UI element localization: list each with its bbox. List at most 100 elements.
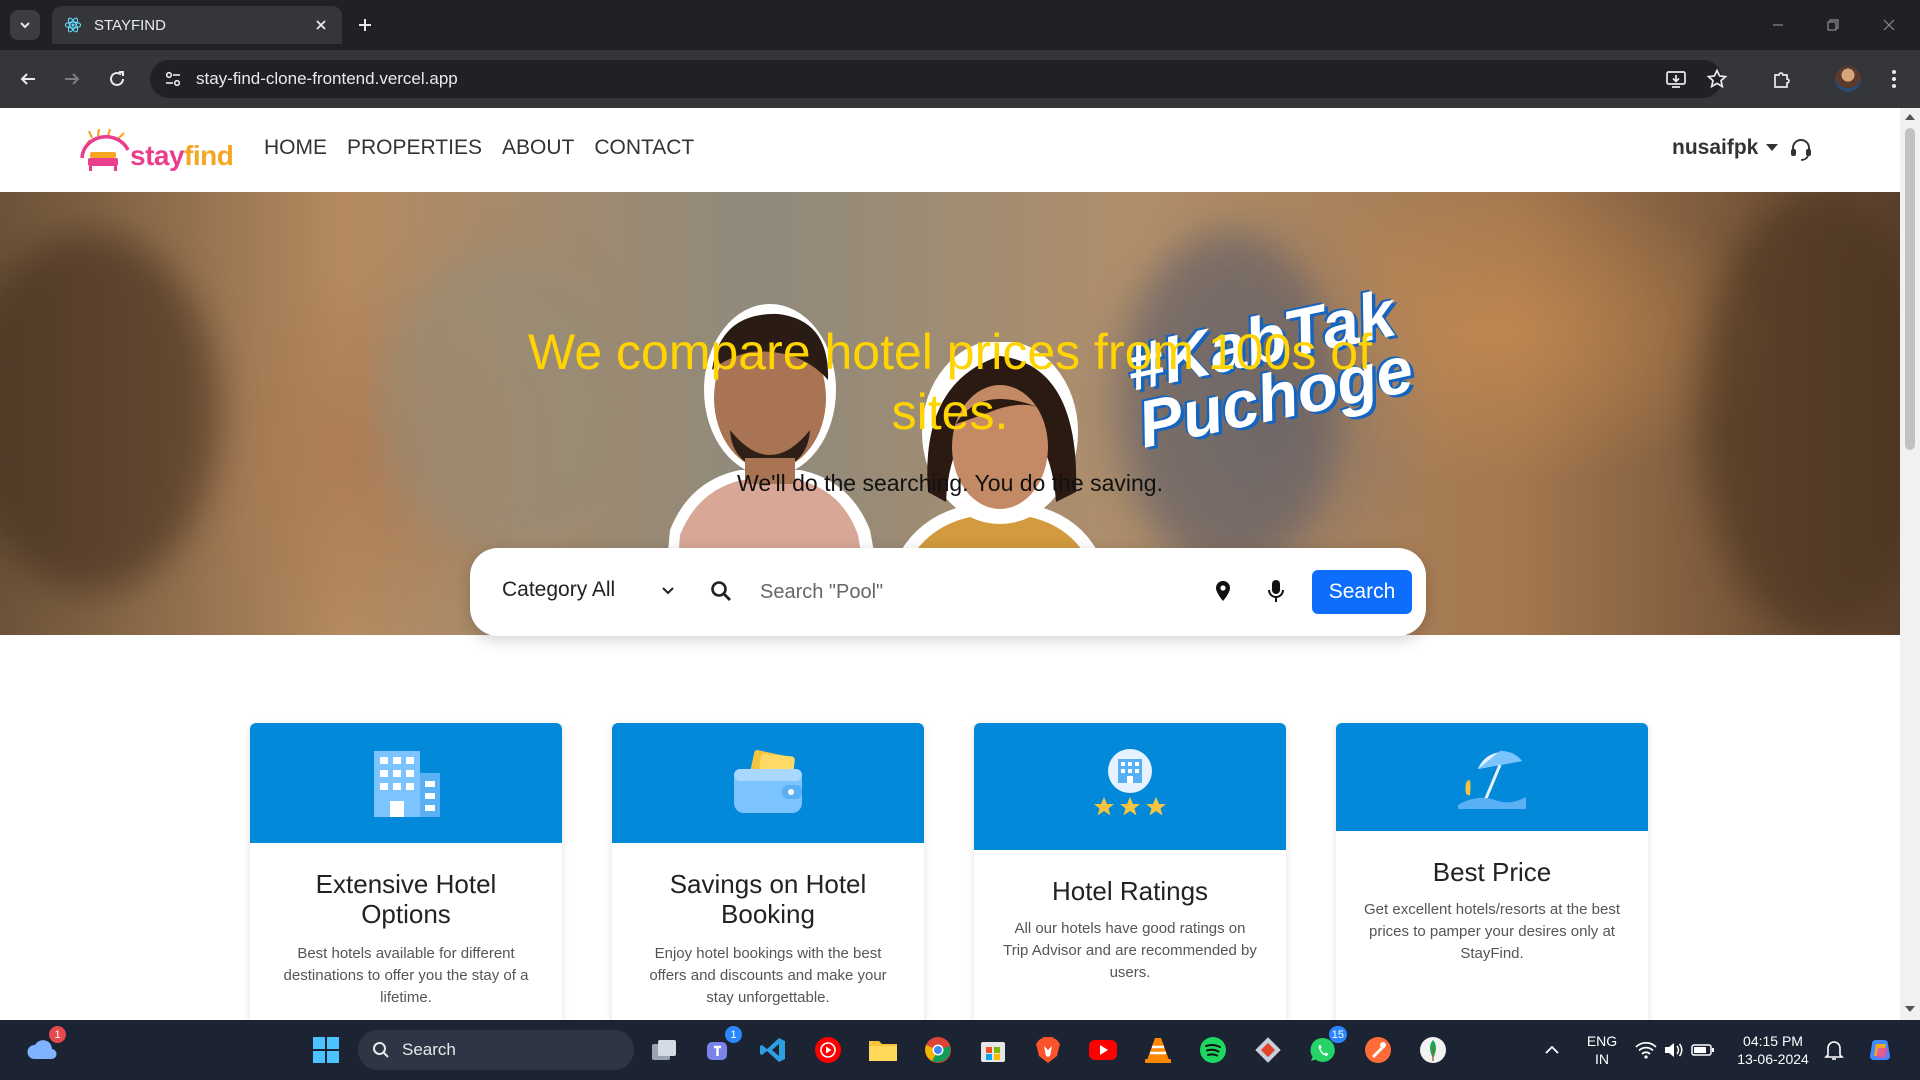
forward-button[interactable]	[58, 65, 86, 93]
taskbar-app-whatsapp[interactable]: 15	[1305, 1026, 1347, 1068]
user-menu-dropdown[interactable]: nusaifpk	[1672, 136, 1779, 160]
search-input[interactable]	[760, 572, 1200, 612]
card-title: Savings on Hotel Booking	[669, 869, 867, 929]
weather-badge: 1	[49, 1026, 66, 1043]
nav-link-contact[interactable]: CONTACT	[594, 136, 694, 160]
main-nav: HOME PROPERTIES ABOUT CONTACT	[264, 136, 694, 160]
card-text: Best hotels available for different dest…	[283, 945, 529, 1006]
start-button[interactable]	[308, 1032, 344, 1068]
input-language-indicator[interactable]: ENG IN	[1584, 1032, 1620, 1068]
clock[interactable]: 04:15 PM 13-06-2024	[1728, 1032, 1818, 1068]
spotify-icon	[1200, 1037, 1226, 1063]
scroll-down-arrow-icon[interactable]	[1905, 1006, 1915, 1012]
chrome-icon	[925, 1037, 951, 1063]
taskbar-app-teams[interactable]: 1	[700, 1026, 742, 1068]
task-view-button[interactable]	[646, 1032, 682, 1068]
close-icon	[1883, 19, 1895, 31]
nav-link-home[interactable]: HOME	[264, 136, 327, 160]
microphone-icon[interactable]	[1268, 579, 1284, 603]
teams-badge: 1	[725, 1026, 742, 1043]
taskbar-search-label: Search	[402, 1040, 456, 1059]
page-scrollbar[interactable]	[1900, 108, 1920, 1020]
caret-down-icon	[1766, 144, 1779, 151]
taskbar-app-youtube-music[interactable]	[810, 1032, 846, 1068]
card-title: Best Price	[1432, 857, 1552, 887]
quick-settings-button[interactable]	[1632, 1032, 1718, 1068]
taskbar-app-vscode[interactable]	[755, 1032, 791, 1068]
star-icon	[1706, 68, 1728, 89]
taskbar-app-file-explorer[interactable]	[865, 1032, 901, 1068]
vscode-icon	[760, 1038, 785, 1062]
wifi-icon	[1635, 1041, 1657, 1059]
browser-menu-button[interactable]	[1880, 65, 1908, 93]
beach-umbrella-icon	[1458, 750, 1526, 809]
profile-button[interactable]	[1834, 65, 1862, 93]
tab-search-button[interactable]	[10, 10, 40, 40]
weather-widget[interactable]: 1	[24, 1026, 66, 1068]
clock-date: 13-06-2024	[1737, 1051, 1809, 1067]
mongodb-leaf-icon	[1420, 1037, 1446, 1063]
chevron-down-icon	[20, 22, 30, 29]
logo-wordmark: stayfind	[130, 140, 234, 171]
restore-button[interactable]	[1820, 12, 1846, 38]
minimize-icon	[1773, 24, 1783, 26]
page-viewport: stayfind HOME PROPERTIES ABOUT CONTACT n…	[0, 108, 1900, 1020]
scroll-thumb[interactable]	[1905, 128, 1915, 450]
hero-bg-blur	[0, 232, 220, 592]
address-bar[interactable]: stay-find-clone-frontend.vercel.app	[150, 60, 1722, 98]
scroll-up-arrow-icon[interactable]	[1905, 114, 1915, 120]
browser-tab-bar: STAYFIND	[0, 0, 1920, 50]
folder-icon	[869, 1041, 897, 1061]
kebab-menu-icon	[1892, 70, 1896, 88]
card-header	[612, 723, 924, 843]
search-icon	[373, 1042, 389, 1058]
taskbar-app-store[interactable]	[975, 1032, 1011, 1068]
notifications-button[interactable]	[1816, 1032, 1852, 1068]
taskbar-search[interactable]: Search	[358, 1030, 634, 1070]
task-view-icon	[652, 1040, 676, 1060]
stayfind-logo[interactable]: stayfind	[78, 126, 238, 176]
taskbar-app-git[interactable]	[1250, 1032, 1286, 1068]
browser-tab-stayfind[interactable]: STAYFIND	[52, 6, 342, 44]
new-tab-button[interactable]	[352, 12, 378, 38]
feature-card: Hotel Ratings All our hotels have good r…	[974, 723, 1286, 1020]
minimize-button[interactable]	[1765, 12, 1791, 38]
category-select[interactable]: Category All	[502, 578, 675, 602]
taskbar-app-vlc[interactable]	[1140, 1032, 1176, 1068]
taskbar-app-spotify[interactable]	[1195, 1032, 1231, 1068]
taskbar-app-postman[interactable]	[1360, 1032, 1396, 1068]
nav-link-properties[interactable]: PROPERTIES	[347, 136, 482, 160]
taskbar-app-youtube[interactable]	[1085, 1032, 1121, 1068]
bookmark-button[interactable]	[1703, 65, 1731, 93]
location-pin-icon[interactable]	[1214, 580, 1232, 602]
taskbar-app-brave[interactable]	[1030, 1032, 1066, 1068]
taskbar-app-chrome[interactable]	[920, 1032, 956, 1068]
clock-time: 04:15 PM	[1743, 1033, 1803, 1049]
logo-bed-icon	[80, 128, 130, 171]
card-title: Hotel Ratings	[1051, 876, 1209, 906]
building-icon	[374, 751, 440, 817]
nav-link-about[interactable]: ABOUT	[502, 136, 574, 160]
back-button[interactable]	[14, 65, 42, 93]
windows-logo-icon	[313, 1037, 339, 1063]
avatar	[1835, 66, 1861, 92]
show-hidden-icons-button[interactable]	[1534, 1032, 1570, 1068]
extensions-button[interactable]	[1768, 65, 1796, 93]
copilot-icon	[1870, 1040, 1890, 1060]
site-settings-icon[interactable]	[164, 70, 182, 88]
close-window-button[interactable]	[1876, 12, 1902, 38]
wallet-icon	[734, 750, 802, 813]
site-navbar: stayfind HOME PROPERTIES ABOUT CONTACT n…	[0, 108, 1900, 192]
close-tab-icon[interactable]	[312, 16, 330, 34]
windows-taskbar: 1 Search 1 15 ENG IN 04:15 PM 13-06-2024	[0, 1020, 1920, 1080]
reload-button[interactable]	[103, 65, 131, 93]
card-text: Get excellent hotels/resorts at the best…	[1364, 901, 1620, 962]
search-button[interactable]: Search	[1312, 570, 1412, 614]
headset-support-icon[interactable]	[1788, 136, 1814, 162]
battery-icon	[1691, 1044, 1714, 1056]
hero-subtitle: We'll do the searching. You do the savin…	[737, 470, 1163, 496]
install-app-button[interactable]	[1662, 65, 1690, 93]
url-text[interactable]: stay-find-clone-frontend.vercel.app	[196, 69, 458, 89]
taskbar-app-mongodb-compass[interactable]	[1415, 1032, 1451, 1068]
copilot-button[interactable]	[1862, 1032, 1898, 1068]
